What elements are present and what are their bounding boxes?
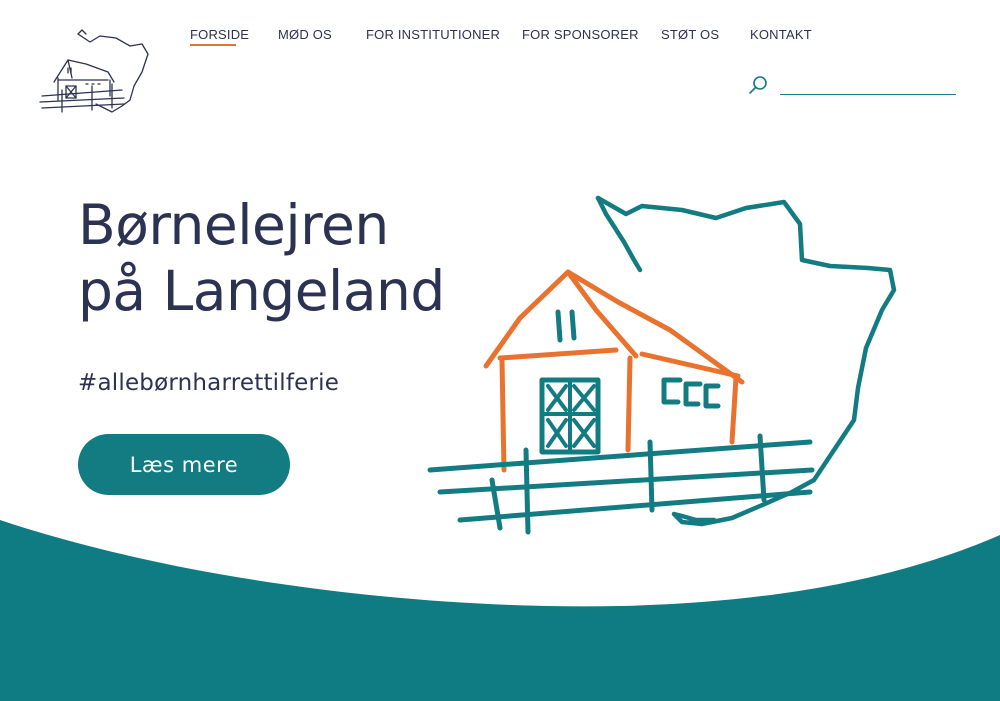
active-underline	[190, 44, 236, 46]
nav-item-forside[interactable]: FORSIDE	[190, 27, 250, 46]
nav-item-label: FOR INSTITUTIONER	[366, 27, 501, 42]
nav-item-mod-os[interactable]: MØD OS	[278, 27, 332, 42]
nav-item-label: KONTAKT	[750, 27, 812, 42]
house-on-island-illustration	[427, 195, 897, 535]
search-input[interactable]	[780, 74, 956, 95]
hero-hashtag: #allebørnharrettilferie	[78, 370, 340, 396]
nav-item-for-institutioner[interactable]: FOR INSTITUTIONER	[366, 27, 500, 42]
hero-title: Børnelejren på Langeland	[78, 192, 445, 324]
nav-item-label: FORSIDE	[190, 27, 250, 42]
nav-item-label: STØT OS	[661, 27, 720, 42]
hero-title-line2: på Langeland	[78, 259, 445, 323]
search-icon[interactable]	[748, 74, 770, 96]
nav-item-stot-os[interactable]: STØT OS	[661, 27, 719, 42]
nav-item-label: MØD OS	[278, 27, 332, 42]
nav-item-label: FOR SPONSORER	[522, 27, 639, 42]
logo[interactable]	[38, 24, 156, 116]
hero-title-line1: Børnelejren	[78, 193, 389, 257]
nav-item-for-sponsorer[interactable]: FOR SPONSORER	[522, 27, 639, 42]
read-more-button[interactable]: Læs mere	[78, 434, 290, 495]
nav-item-kontakt[interactable]: KONTAKT	[750, 27, 812, 42]
